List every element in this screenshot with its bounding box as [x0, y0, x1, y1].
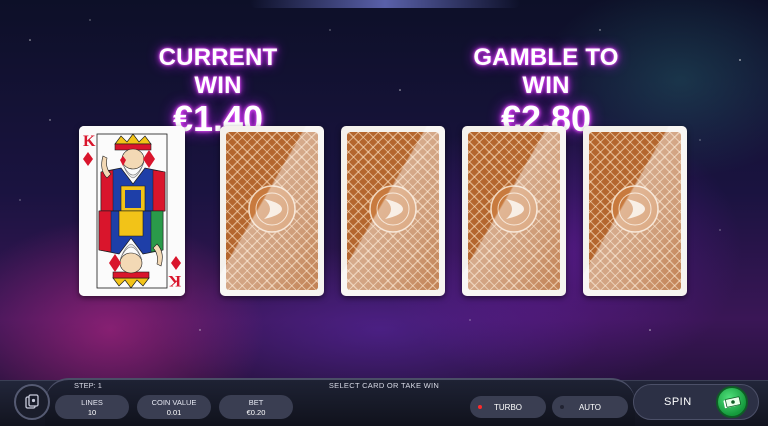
lines-value: 10 [87, 408, 97, 417]
auto-toggle[interactable]: AUTO [552, 396, 628, 418]
bet-control[interactable]: BET €0.20 [219, 395, 293, 419]
turbo-toggle[interactable]: TURBO [470, 396, 546, 418]
face-down-card-2[interactable] [341, 126, 445, 296]
cash-icon [723, 396, 741, 409]
coin-value-label: COIN VALUE [151, 398, 197, 407]
bet-label: BET [248, 398, 264, 407]
coin-value-value: 0.01 [166, 408, 182, 417]
gamble-win-label: GAMBLE TO WIN [473, 44, 619, 99]
card-sheen [583, 126, 687, 296]
king-of-diamonds-art: K K [79, 126, 185, 296]
card-sheen [462, 126, 566, 296]
face-down-card-4[interactable] [583, 126, 687, 296]
face-down-card-1[interactable] [220, 126, 324, 296]
coin-value-control[interactable]: COIN VALUE 0.01 [137, 395, 211, 419]
current-win-label: CURRENT WIN [158, 44, 278, 99]
revealed-card-king-of-diamonds: K K [79, 126, 185, 296]
gamble-win-panel: GAMBLE TO WIN €2.80 [448, 44, 644, 138]
auto-status-dot [560, 405, 564, 409]
current-win-panel: CURRENT WIN €1.40 [133, 44, 303, 138]
svg-text:K: K [168, 272, 181, 289]
bet-value: €0.20 [246, 408, 266, 417]
title-glow [250, 0, 520, 8]
spin-label: SPIN [664, 396, 692, 408]
auto-label: AUTO [578, 402, 602, 412]
take-win-button[interactable] [716, 386, 748, 418]
face-down-card-3[interactable] [462, 126, 566, 296]
turbo-status-dot [478, 405, 482, 409]
lines-label: LINES [81, 398, 103, 407]
card-sheen [341, 126, 445, 296]
svg-text:K: K [83, 133, 96, 150]
menu-icon [25, 394, 39, 409]
turbo-label: TURBO [494, 402, 522, 412]
card-sheen [220, 126, 324, 296]
lines-control[interactable]: LINES 10 [55, 395, 129, 419]
